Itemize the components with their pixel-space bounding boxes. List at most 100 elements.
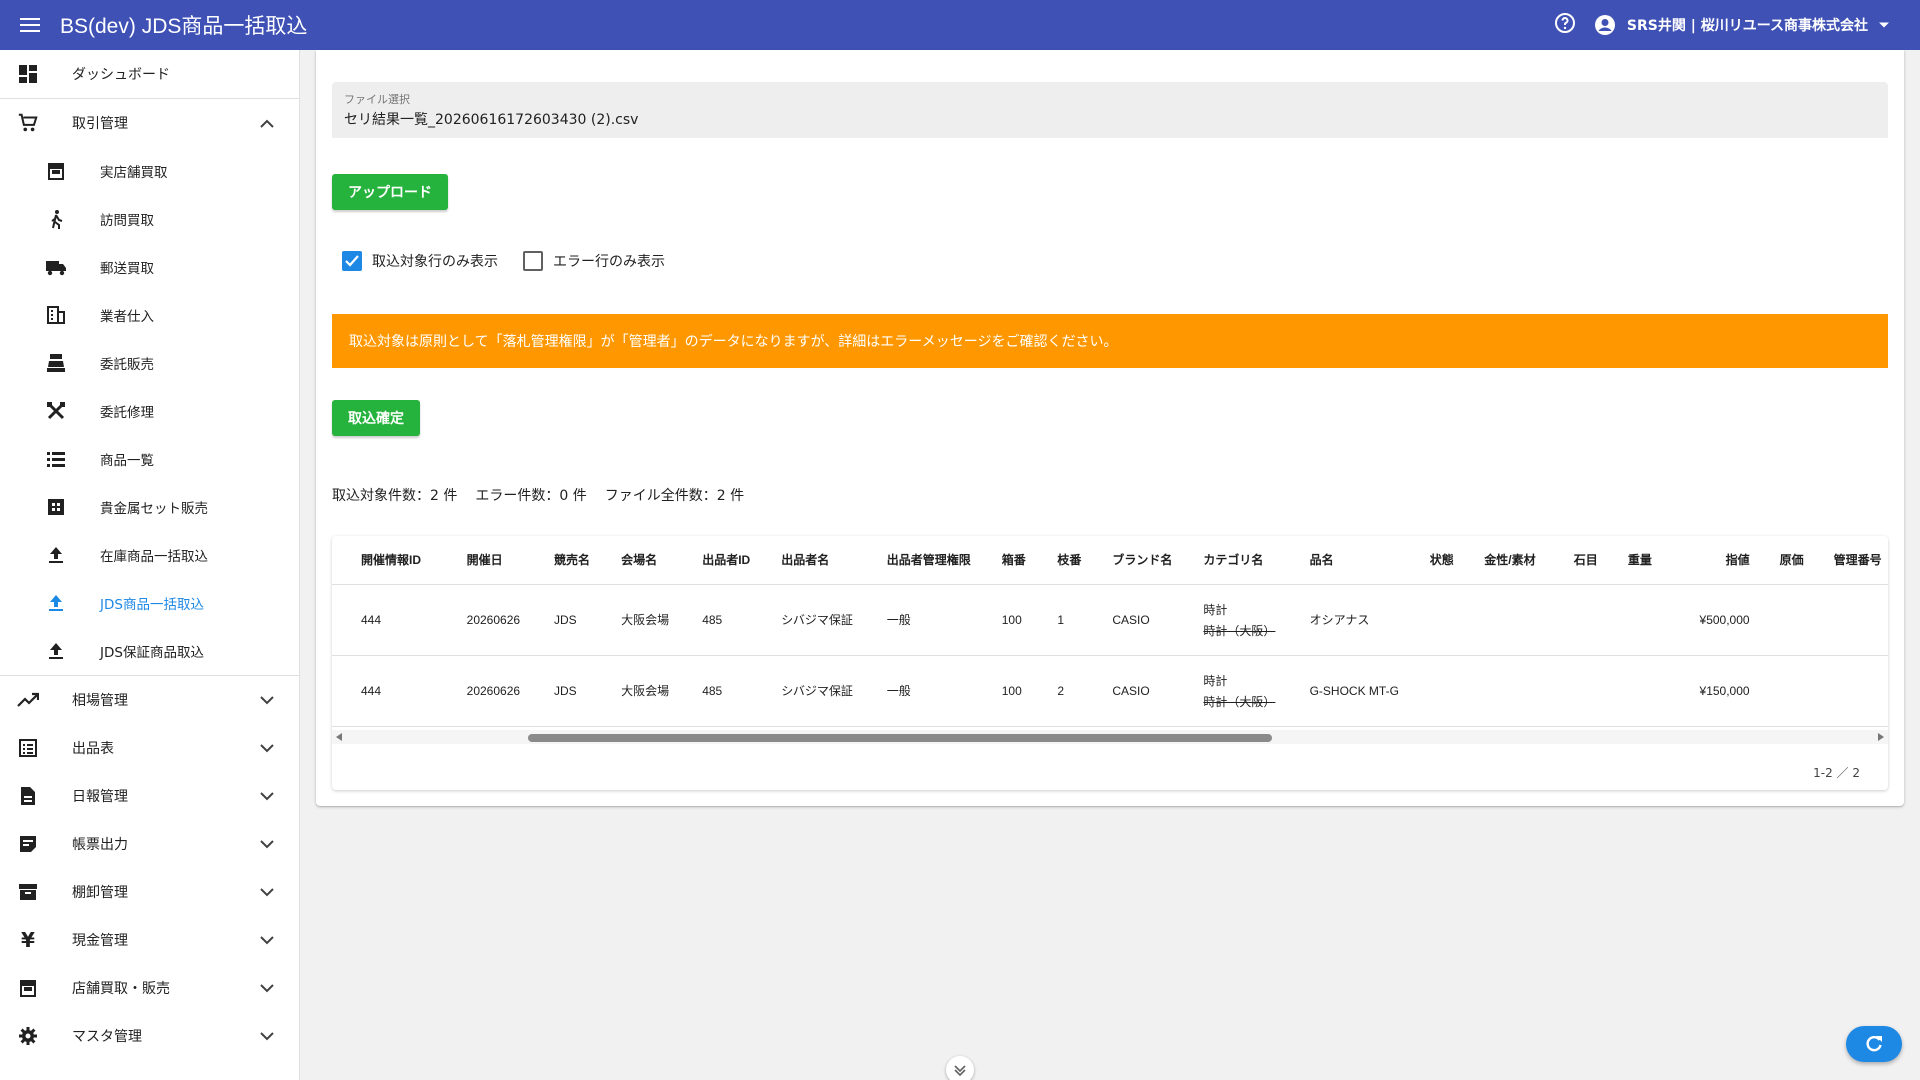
column-header[interactable]: 品名: [1279, 536, 1400, 585]
sidebar-item-daily-report[interactable]: 日報管理: [0, 772, 299, 820]
sidebar-item-inventory[interactable]: 棚卸管理: [0, 868, 299, 916]
column-header[interactable]: 重量: [1597, 536, 1666, 585]
cell-brand: CASIO: [1082, 584, 1174, 656]
cell-state: [1399, 584, 1455, 656]
tools-icon: [44, 399, 68, 423]
help-icon[interactable]: [1553, 11, 1577, 39]
cell-name: オシアナス: [1279, 584, 1400, 656]
sidebar-item-cash[interactable]: ¥ 現金管理: [0, 916, 299, 964]
total-count: ファイル全件数：2 件: [604, 488, 745, 504]
error-only-label: エラー行のみ表示: [553, 254, 665, 270]
register-icon: [44, 351, 68, 375]
chevron-down-icon: [255, 784, 279, 808]
column-header[interactable]: 石目: [1543, 536, 1598, 585]
store-icon: [44, 159, 68, 183]
store-icon: [16, 976, 40, 1000]
column-header[interactable]: カテゴリ名: [1173, 536, 1280, 585]
error-count: エラー件数：0 件: [475, 488, 587, 504]
app-bar: BS(dev) JDS商品一括取込 SRS井関 | 桜川リユース商事株式会社: [0, 0, 1920, 50]
column-header[interactable]: 開催情報ID: [332, 536, 437, 585]
sidebar-item-store-purchase[interactable]: 実店舗買取: [0, 147, 299, 195]
dropdown-icon: [1879, 22, 1889, 28]
sidebar-item-mail-purchase[interactable]: 郵送買取: [0, 243, 299, 291]
sidebar-item-listing[interactable]: 出品表: [0, 724, 299, 772]
user-menu[interactable]: SRS井関 | 桜川リユース商事株式会社: [1593, 13, 1890, 37]
chevron-down-icon: [255, 880, 279, 904]
file-select-field[interactable]: ファイル選択 セリ結果一覧_20260616172603430 (2).csv: [332, 82, 1888, 138]
target-only-checkbox[interactable]: 取込対象行のみ表示: [342, 251, 498, 271]
chevron-down-icon: [255, 832, 279, 856]
cell-branch: 1: [1027, 584, 1083, 656]
cell-auction: JDS: [524, 655, 592, 727]
sidebar-item-product-list[interactable]: 商品一覧: [0, 435, 299, 483]
upload-button[interactable]: アップロード: [332, 174, 448, 210]
column-header[interactable]: 金性/素材: [1454, 536, 1544, 585]
column-header[interactable]: 競売名: [524, 536, 592, 585]
column-header[interactable]: 出品者ID: [672, 536, 752, 585]
table-header-row: 開催情報ID 開催日 競売名 会場名 出品者ID 出品者名 出品者管理権限 箱番…: [332, 536, 1888, 585]
sidebar-item-jds-import[interactable]: JDS商品一括取込: [0, 579, 299, 627]
menu-icon[interactable]: [16, 11, 44, 39]
column-header[interactable]: 開催日: [436, 536, 525, 585]
user-name: SRS井関 | 桜川リユース商事株式会社: [1626, 18, 1868, 34]
chevron-down-icon: [255, 736, 279, 760]
cell-event-id: 444: [332, 584, 437, 656]
cell-limit-price: ¥150,000: [1665, 655, 1750, 727]
column-header[interactable]: 会場名: [591, 536, 673, 585]
sidebar-item-consignment-sales[interactable]: 委託販売: [0, 339, 299, 387]
sidebar-item-dashboard[interactable]: ダッシュボード: [0, 50, 299, 98]
table-row[interactable]: 444 20260626 JDS 大阪会場 485 シバジマ保証 一般 100 …: [332, 584, 1888, 656]
sidebar-item-vendor-purchase[interactable]: 業者仕入: [0, 291, 299, 339]
column-header[interactable]: 原価: [1749, 536, 1804, 585]
column-header[interactable]: 出品者名: [751, 536, 857, 585]
sidebar-item-transactions[interactable]: 取引管理: [0, 99, 299, 147]
sidebar: ダッシュボード 取引管理 実店舗買取 訪問買取 郵送買取 業者仕入 委託販売 委…: [0, 50, 300, 1080]
import-table: 開催情報ID 開催日 競売名 会場名 出品者ID 出品者名 出品者管理権限 箱番…: [332, 536, 1888, 790]
scroll-left-icon[interactable]: [336, 733, 342, 741]
sidebar-item-master[interactable]: マスタ管理: [0, 1012, 299, 1060]
cell-venue: 大阪会場: [591, 584, 673, 656]
sidebar-item-consignment-repair[interactable]: 委託修理: [0, 387, 299, 435]
cell-seller: シバジマ保証: [751, 584, 857, 656]
cell-weight: [1597, 584, 1666, 656]
chevron-down-icon: [954, 1065, 966, 1076]
column-header[interactable]: ブランド名: [1082, 536, 1174, 585]
file-select-label: ファイル選択: [344, 93, 410, 106]
column-header[interactable]: 指値: [1665, 536, 1750, 585]
sidebar-item-market[interactable]: 相場管理: [0, 676, 299, 724]
cell-event-id: 444: [332, 655, 437, 727]
sidebar-item-forms[interactable]: 帳票出力: [0, 820, 299, 868]
chevron-up-icon: [255, 111, 279, 135]
cell-category: 時計 時計（大阪）: [1173, 584, 1280, 656]
document-icon: [16, 784, 40, 808]
category-secondary: 時計（大阪）: [1203, 623, 1276, 638]
gear-icon: [16, 1024, 40, 1048]
error-only-checkbox[interactable]: エラー行のみ表示: [523, 251, 665, 271]
cell-weight: [1597, 655, 1666, 727]
column-header[interactable]: 管理番号: [1803, 536, 1888, 585]
sidebar-item-precious-metal-set[interactable]: 貴金属セット販売: [0, 483, 299, 531]
column-header[interactable]: 枝番: [1027, 536, 1083, 585]
column-header[interactable]: 箱番: [971, 536, 1028, 585]
category-primary: 時計: [1203, 673, 1228, 688]
sidebar-item-store-trade[interactable]: 店舗買取・販売: [0, 964, 299, 1012]
column-header[interactable]: 状態: [1399, 536, 1455, 585]
sidebar-item-stock-import[interactable]: 在庫商品一括取込: [0, 531, 299, 579]
scroll-down-button[interactable]: [946, 1056, 974, 1080]
info-alert: 取込対象は原則として「落札管理権限」が「管理者」のデータになりますが、詳細はエラ…: [332, 314, 1888, 368]
sidebar-item-visit-purchase[interactable]: 訪問買取: [0, 195, 299, 243]
scrollbar-thumb[interactable]: [528, 734, 1272, 742]
scroll-right-icon[interactable]: [1878, 733, 1884, 741]
confirm-import-button[interactable]: 取込確定: [332, 400, 420, 436]
table-row[interactable]: 444 20260626 JDS 大阪会場 485 シバジマ保証 一般 100 …: [332, 655, 1888, 727]
cell-role: 一般: [856, 655, 972, 727]
cell-mgmt-no: [1803, 655, 1888, 727]
sidebar-item-jds-warranty-import[interactable]: JDS保証商品取込: [0, 627, 299, 675]
chevron-down-icon: [255, 928, 279, 952]
note-icon: [16, 832, 40, 856]
horizontal-scrollbar[interactable]: [332, 730, 1888, 744]
chevron-down-icon: [255, 976, 279, 1000]
refresh-button[interactable]: [1846, 1026, 1902, 1062]
checkbox-unchecked-icon: [523, 251, 543, 271]
column-header[interactable]: 出品者管理権限: [856, 536, 972, 585]
